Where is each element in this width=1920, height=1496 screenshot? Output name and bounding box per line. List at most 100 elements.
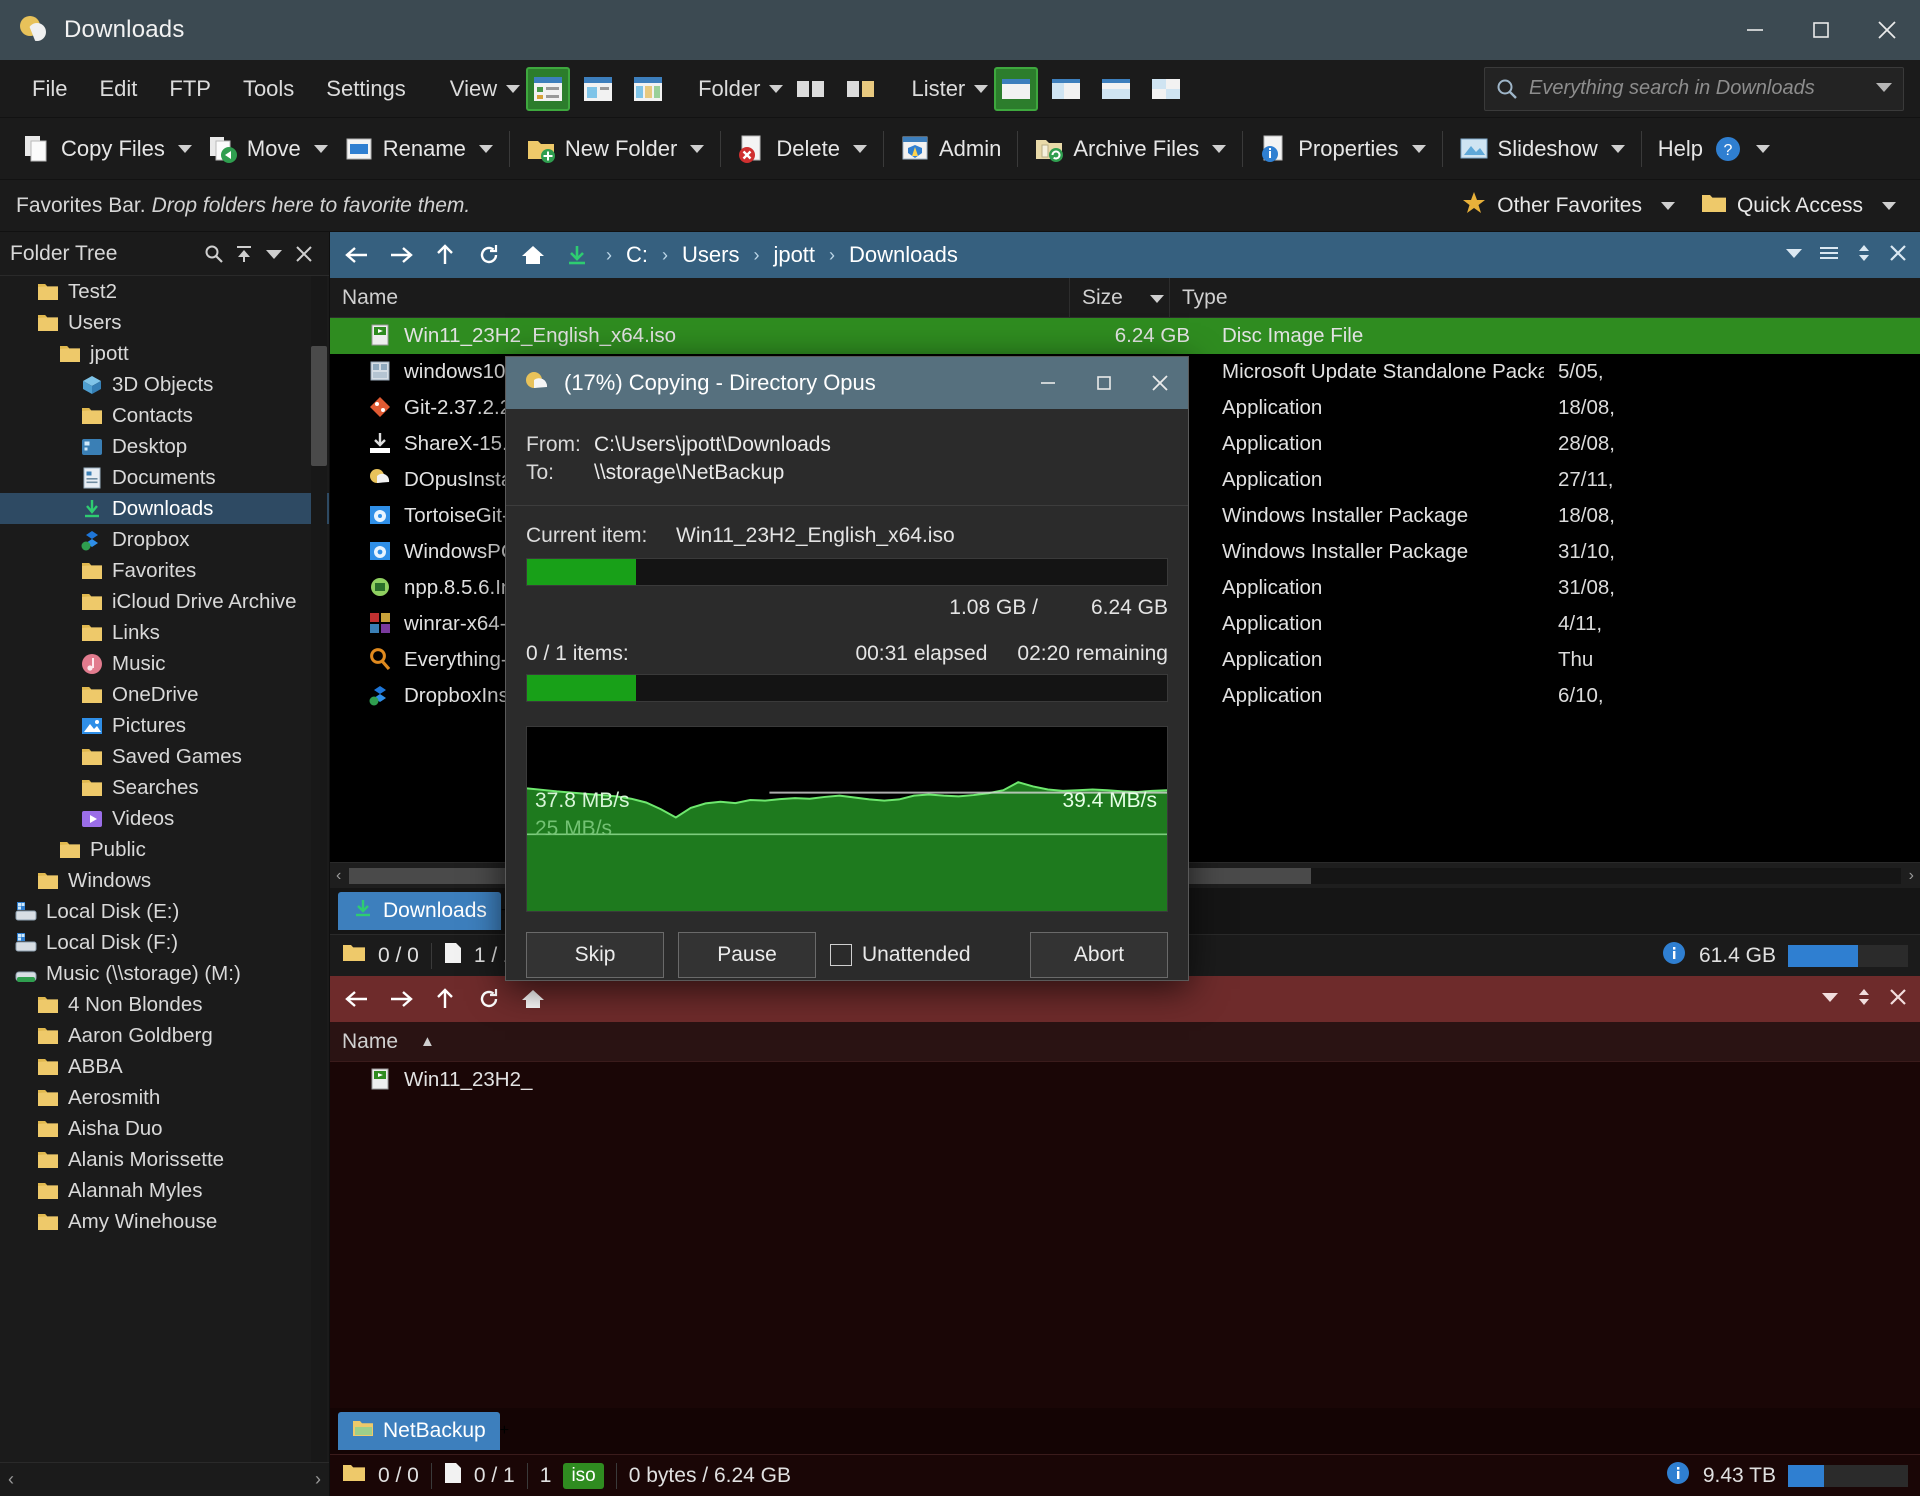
tree-node-alannah-myles[interactable]: Alannah Myles — [0, 1175, 329, 1206]
dialog-maximize-button[interactable] — [1076, 357, 1132, 409]
column-name[interactable]: Name — [330, 278, 1070, 318]
unattended-checkbox-box[interactable] — [830, 944, 852, 966]
info-icon[interactable] — [1665, 1460, 1691, 1492]
tree-node-documents[interactable]: Documents — [0, 462, 329, 493]
tree-node-desktop[interactable]: Desktop — [0, 431, 329, 462]
view-tiles-icon[interactable] — [576, 67, 620, 111]
breadcrumb-dropdown-icon[interactable] — [1784, 246, 1804, 265]
tree-node-favorites[interactable]: Favorites — [0, 555, 329, 586]
tree-node-downloads[interactable]: Downloads — [0, 493, 329, 524]
dest-new-tab-button[interactable]: + — [500, 1422, 509, 1440]
move-button[interactable]: Move — [200, 126, 336, 172]
pane-close-icon[interactable] — [1888, 243, 1908, 268]
copy-progress-dialog[interactable]: (17%) Copying - Directory Opus From: C:\… — [505, 356, 1189, 981]
pane-menu-icon[interactable] — [1818, 244, 1840, 267]
tree-scroll-right-icon[interactable]: › — [315, 1469, 329, 1490]
forward-icon[interactable] — [386, 240, 416, 270]
new-folder-caret-icon[interactable] — [690, 145, 704, 153]
menu-ftp[interactable]: FTP — [153, 70, 227, 108]
refresh-icon[interactable] — [474, 984, 504, 1014]
pause-button[interactable]: Pause — [678, 932, 816, 978]
tree-node-amy-winehouse[interactable]: Amy Winehouse — [0, 1206, 329, 1237]
tree-node-onedrive[interactable]: OneDrive — [0, 679, 329, 710]
tree-node-searches[interactable]: Searches — [0, 772, 329, 803]
dialog-minimize-button[interactable] — [1020, 357, 1076, 409]
tab-downloads[interactable]: Downloads — [338, 892, 501, 930]
copy-files-caret-icon[interactable] — [178, 145, 192, 153]
tree-node-aaron-goldberg[interactable]: Aaron Goldberg — [0, 1020, 329, 1051]
view-dropdown-caret-icon[interactable] — [506, 85, 520, 93]
lister-group-label[interactable]: Lister — [911, 76, 965, 102]
tree-node-local-disk-f[interactable]: Local Disk (F:) — [0, 927, 329, 958]
menu-edit[interactable]: Edit — [83, 70, 153, 108]
archive-files-caret-icon[interactable] — [1212, 145, 1226, 153]
tree-scroll-left-icon[interactable]: ‹ — [0, 1469, 14, 1490]
abort-button[interactable]: Abort — [1030, 932, 1168, 978]
hscroll-left-icon[interactable]: ‹ — [336, 867, 341, 885]
properties-caret-icon[interactable] — [1412, 145, 1426, 153]
up-icon[interactable] — [430, 984, 460, 1014]
view-columns-icon[interactable] — [626, 67, 670, 111]
archive-files-button[interactable]: Archive Files — [1026, 126, 1234, 172]
tree-node-icloud-drive-archive[interactable]: iCloud Drive Archive — [0, 586, 329, 617]
folder-dropdown-caret-icon[interactable] — [769, 85, 783, 93]
move-caret-icon[interactable] — [314, 145, 328, 153]
tree-node-contacts[interactable]: Contacts — [0, 400, 329, 431]
other-favorites-caret-icon[interactable] — [1661, 202, 1675, 210]
tree-node-4-non-blondes[interactable]: 4 Non Blondes — [0, 989, 329, 1020]
lister-dual-horz-icon[interactable] — [1094, 67, 1138, 111]
view-details-icon[interactable] — [526, 67, 570, 111]
other-favorites-button[interactable]: Other Favorites — [1453, 186, 1683, 226]
tree-node-test2[interactable]: Test2 — [0, 276, 329, 307]
tree-node-saved-games[interactable]: Saved Games — [0, 741, 329, 772]
menu-tools[interactable]: Tools — [227, 70, 310, 108]
tree-node-windows[interactable]: Windows — [0, 865, 329, 896]
folder-tree-scroll-thumb[interactable] — [311, 346, 327, 466]
view-group-label[interactable]: View — [450, 76, 497, 102]
tree-node-3d-objects[interactable]: 3D Objects — [0, 369, 329, 400]
help-button[interactable]: Help ? — [1650, 126, 1778, 172]
slideshow-caret-icon[interactable] — [1611, 145, 1625, 153]
dest-pane-menu-icon[interactable] — [1854, 987, 1874, 1012]
table-row[interactable]: Win11_23H2_English_x64.iso6.24 GBDisc Im… — [330, 318, 1920, 354]
tree-node-videos[interactable]: Videos — [0, 803, 329, 834]
tree-node-music[interactable]: Music — [0, 648, 329, 679]
copy-files-button[interactable]: Copy Files — [14, 126, 200, 172]
dest-pane-close-icon[interactable] — [1888, 987, 1908, 1012]
table-row[interactable]: Win11_23H2_ — [330, 1062, 1920, 1098]
back-icon[interactable] — [342, 240, 372, 270]
minimize-button[interactable] — [1722, 0, 1788, 60]
menu-settings[interactable]: Settings — [310, 70, 422, 108]
column-size[interactable]: Size — [1070, 278, 1170, 318]
column-type[interactable]: Type — [1170, 278, 1920, 318]
folder-split-icon[interactable] — [839, 67, 883, 111]
maximize-button[interactable] — [1788, 0, 1854, 60]
help-caret-icon[interactable] — [1756, 145, 1770, 153]
chevron-down-icon[interactable] — [259, 239, 289, 269]
tree-node-pictures[interactable]: Pictures — [0, 710, 329, 741]
hscroll-right-icon[interactable]: › — [1909, 867, 1914, 885]
folder-tree-list[interactable]: Test2Usersjpott3D ObjectsContactsDesktop… — [0, 276, 329, 1462]
lister-single-icon[interactable] — [994, 67, 1038, 111]
delete-caret-icon[interactable] — [853, 145, 867, 153]
breadcrumb-downloads[interactable]: Downloads — [849, 242, 958, 268]
dest-breadcrumb-dropdown-icon[interactable] — [1820, 990, 1840, 1009]
breadcrumb-c[interactable]: C: — [626, 242, 648, 268]
admin-button[interactable]: Admin — [892, 126, 1009, 172]
tab-netbackup[interactable]: NetBackup — [338, 1412, 500, 1450]
breadcrumb-users[interactable]: Users — [682, 242, 739, 268]
unattended-checkbox[interactable]: Unattended — [830, 943, 971, 967]
sort-caret-icon[interactable] — [1149, 286, 1165, 310]
lister-quad-icon[interactable] — [1144, 67, 1188, 111]
sort-asc-icon[interactable]: ▲ — [420, 1033, 435, 1050]
tree-node-music-storage-m[interactable]: Music (\\storage) (M:) — [0, 958, 329, 989]
tree-node-public[interactable]: Public — [0, 834, 329, 865]
lister-dropdown-caret-icon[interactable] — [974, 85, 988, 93]
rename-button[interactable]: Rename — [336, 126, 501, 172]
tree-node-users[interactable]: Users — [0, 307, 329, 338]
search-input[interactable]: Everything search in Downloads — [1484, 67, 1904, 111]
folder-dual-icon[interactable] — [789, 67, 833, 111]
rename-caret-icon[interactable] — [479, 145, 493, 153]
dest-column-name[interactable]: Name ▲ — [330, 1022, 1070, 1062]
quick-access-caret-icon[interactable] — [1882, 202, 1896, 210]
